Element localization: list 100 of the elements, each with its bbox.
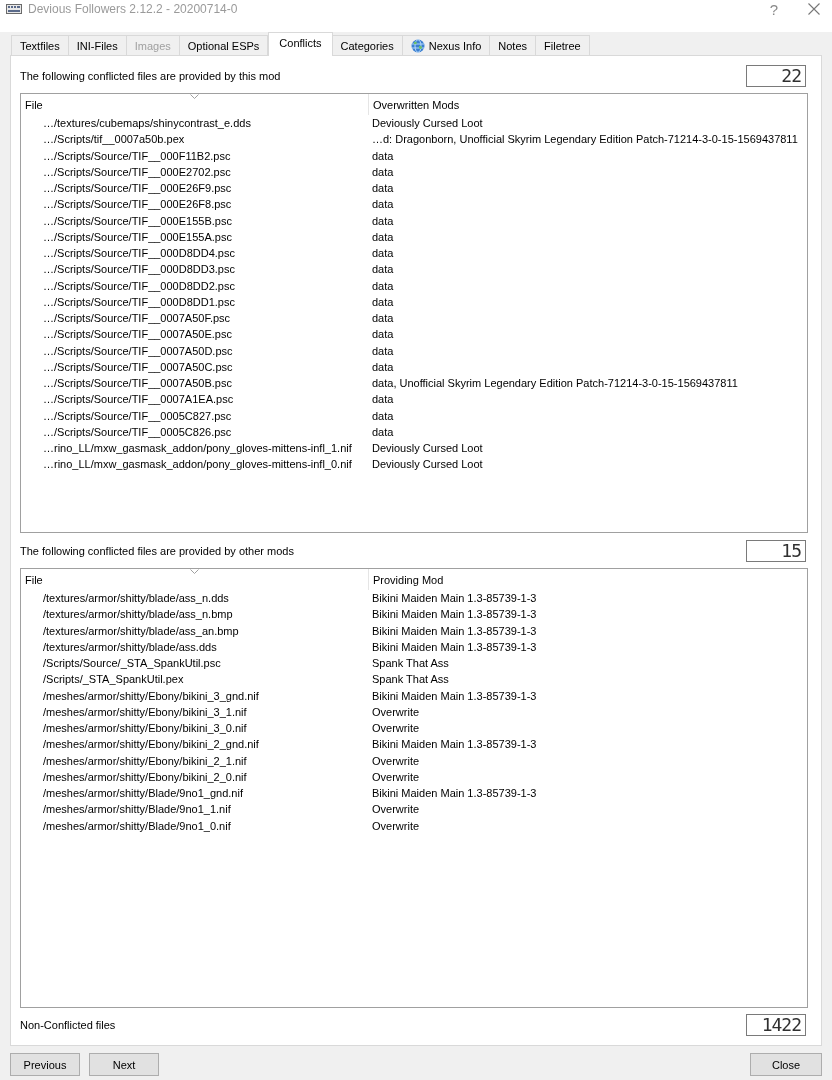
file-path-cell-text: /meshes/armor/shitty/Blade/9no1_0.nif — [42, 818, 232, 834]
mod-name-cell-text: Deviously Cursed Loot — [371, 441, 484, 456]
close-icon — [808, 3, 820, 15]
mod-name-cell-text: Bikini Maiden Main 1.3-85739-1-3 — [371, 688, 538, 704]
file-path-cell-text: /meshes/armor/shitty/Ebony/bikini_3_gnd.nif — [42, 688, 260, 704]
tab[interactable]: Textfiles — [11, 35, 69, 55]
file-path-cell-text: …/textures/cubemaps/shinycontrast_e.dds — [42, 116, 252, 131]
mod-name-cell-text: Spank That Ass — [371, 656, 450, 671]
mod-name-cell-text: data — [371, 229, 395, 245]
tab[interactable]: Notes — [490, 35, 537, 55]
close-dialog-button[interactable]: Close — [750, 1053, 822, 1076]
help-button[interactable]: ? — [769, 0, 778, 18]
section-label: Non-Conflicted files — [20, 1018, 116, 1031]
tab[interactable]: Conflicts — [268, 32, 333, 56]
mod-name-cell-text: data — [371, 197, 395, 213]
file-path-cell-text: …/Scripts/Source/TIF__000F11B2.psc — [42, 148, 232, 164]
mod-name-cell-text: data — [371, 343, 395, 359]
mod-name-cell-text: Overwrite — [371, 753, 421, 769]
file-path-cell-text: …/Scripts/Source/TIF__0005C827.psc — [42, 408, 233, 424]
file-path-cell-text: …/Scripts/Source/TIF__000E26F9.psc — [42, 181, 233, 196]
mod-name-cell-text: data, Unofficial Skyrim Legendary Edition Patch-71214-3-0-15-1569437811 — [371, 376, 739, 391]
file-path-cell-text: /textures/armor/shitty/blade/ass_n.dds — [42, 591, 230, 606]
file-path-cell-text: …/Scripts/Source/TIF__0007A50C.psc — [42, 359, 234, 375]
file-path-cell-text: /Scripts/Source/_STA_SpankUtil.psc — [42, 656, 222, 671]
file-path-cell-text: /textures/armor/shitty/blade/ass.dds — [42, 639, 218, 655]
window-title: Devious Followers 2.12.2 - 20200714-0 — [28, 2, 238, 16]
file-path-cell-text: …/Scripts/Source/TIF__000D8DD4.psc — [42, 246, 236, 261]
file-path-cell-text: …/Scripts/Source/TIF__000E26F8.psc — [42, 197, 233, 213]
file-path-cell-text: /meshes/armor/shitty/Ebony/bikini_2_1.nif — [42, 753, 248, 769]
mod-name-cell-text: data — [371, 408, 395, 424]
column-header[interactable]: File — [21, 569, 368, 590]
mod-name-cell-text: Bikini Maiden Main 1.3-85739-1-3 — [371, 737, 538, 753]
mod-name-cell-text: …d: Dragonborn, Unofficial Skyrim Legendary Edition Patch-71214-3-0-15-1569437811 — [371, 132, 799, 148]
mod-name-cell-text: data — [371, 392, 395, 408]
file-path-cell-text: …/Scripts/Source/TIF__0007A50D.psc — [42, 343, 234, 359]
section-label: The following conflicted files are provided by this mod — [20, 70, 281, 82]
mod-name-cell-text: Deviously Cursed Loot — [371, 116, 484, 131]
tab[interactable]: Optional ESPs — [179, 35, 269, 55]
file-path-cell-text: /textures/armor/shitty/blade/ass_an.bmp — [42, 623, 240, 639]
mod-name-cell-text: data — [371, 262, 395, 278]
file-path-cell-text: /meshes/armor/shitty/Blade/9no1_gnd.nif — [42, 786, 244, 801]
mod-name-cell-text: Bikini Maiden Main 1.3-85739-1-3 — [371, 623, 538, 639]
tab[interactable]: INI-Files — [68, 35, 127, 55]
file-path-cell-text: /meshes/armor/shitty/Ebony/bikini_2_gnd.nif — [42, 737, 260, 753]
mod-name-cell-text: Overwrite — [371, 802, 421, 818]
column-header[interactable]: File — [21, 94, 368, 115]
file-path-cell-text: …/Scripts/tif__0007a50b.pex — [42, 132, 186, 148]
file-path-cell-text: …/Scripts/Source/TIF__000E155B.psc — [42, 213, 233, 229]
mod-name-cell-text: data — [371, 278, 395, 294]
keyboard-icon — [6, 4, 22, 14]
mod-name-cell-text: Bikini Maiden Main 1.3-85739-1-3 — [371, 639, 538, 655]
mod-name-cell-text: data — [371, 424, 395, 440]
mod-name-cell-text: data — [371, 148, 395, 164]
globe-icon — [410, 38, 425, 53]
lcd-counter: 22 — [746, 65, 806, 87]
column-header[interactable]: Overwritten Mods — [368, 94, 807, 115]
mod-name-cell-text: Overwrite — [371, 769, 421, 785]
mod-name-cell-text: data — [371, 213, 395, 229]
mod-name-cell-text: Deviously Cursed Loot — [371, 457, 484, 473]
tab[interactable]: Nexus Info — [402, 35, 491, 55]
close-button[interactable] — [808, 3, 820, 15]
mod-name-cell-text: Bikini Maiden Main 1.3-85739-1-3 — [371, 786, 538, 801]
file-path-cell-text: /textures/armor/shitty/blade/ass_n.bmp — [42, 607, 234, 623]
lcd-counter: 15 — [746, 539, 806, 562]
mod-name-cell-text: Overwrite — [371, 818, 421, 834]
file-path-cell-text: /meshes/armor/shitty/Ebony/bikini_3_0.nif — [42, 721, 248, 736]
mod-name-cell-text: data — [371, 164, 395, 180]
file-path-cell-text: …/Scripts/Source/TIF__0005C826.psc — [42, 424, 233, 440]
section-label: The following conflicted files are provided by other mods — [20, 544, 294, 557]
file-path-cell-text: …/Scripts/Source/TIF__000E155A.psc — [42, 229, 233, 245]
file-path-cell-text: …/Scripts/Source/TIF__0007A50E.psc — [42, 327, 233, 343]
file-path-cell-text: …/Scripts/Source/TIF__000E2702.psc — [42, 164, 232, 180]
mod-name-cell-text: Overwrite — [371, 721, 421, 736]
mod-name-cell-text: Bikini Maiden Main 1.3-85739-1-3 — [371, 607, 538, 623]
file-path-cell-text: …/Scripts/Source/TIF__0007A1EA.psc — [42, 392, 235, 408]
lcd-counter: 1422 — [746, 1013, 806, 1036]
tab[interactable]: Categories — [332, 35, 403, 55]
nav-button[interactable]: Previous — [10, 1053, 80, 1076]
file-path-cell-text: …rino_LL/mxw_gasmask_addon/pony_gloves-mittens-infl_1.nif — [42, 441, 353, 456]
file-path-cell-text: /meshes/armor/shitty/Ebony/bikini_2_0.nif — [42, 769, 248, 785]
mod-name-cell-text: data — [371, 246, 395, 261]
tab[interactable]: Filetree — [536, 35, 590, 55]
file-path-cell-text: …/Scripts/Source/TIF__000D8DD2.psc — [42, 278, 236, 294]
column-header[interactable]: Providing Mod — [368, 569, 807, 590]
file-path-cell-text: …rino_LL/mxw_gasmask_addon/pony_gloves-mittens-infl_0.nif — [42, 457, 353, 473]
mod-name-cell-text: data — [371, 327, 395, 343]
nav-button[interactable]: Next — [89, 1053, 159, 1076]
mod-name-cell-text: data — [371, 294, 395, 310]
mod-name-cell-text: data — [371, 181, 395, 196]
mod-name-cell-text: data — [371, 359, 395, 375]
mod-name-cell-text: data — [371, 311, 395, 326]
file-path-cell-text: /meshes/armor/shitty/Blade/9no1_1.nif — [42, 802, 232, 818]
file-path-cell-text: /meshes/armor/shitty/Ebony/bikini_3_1.nif — [42, 704, 248, 720]
file-path-cell-text: /Scripts/_STA_SpankUtil.pex — [42, 672, 185, 688]
mod-name-cell-text: Overwrite — [371, 704, 421, 720]
file-path-cell-text: …/Scripts/Source/TIF__0007A50F.psc — [42, 311, 232, 326]
mod-name-cell-text: Bikini Maiden Main 1.3-85739-1-3 — [371, 591, 538, 606]
file-path-cell-text: …/Scripts/Source/TIF__000D8DD3.psc — [42, 262, 236, 278]
file-path-cell-text: …/Scripts/Source/TIF__000D8DD1.psc — [42, 294, 236, 310]
file-path-cell-text: …/Scripts/Source/TIF__0007A50B.psc — [42, 376, 233, 391]
